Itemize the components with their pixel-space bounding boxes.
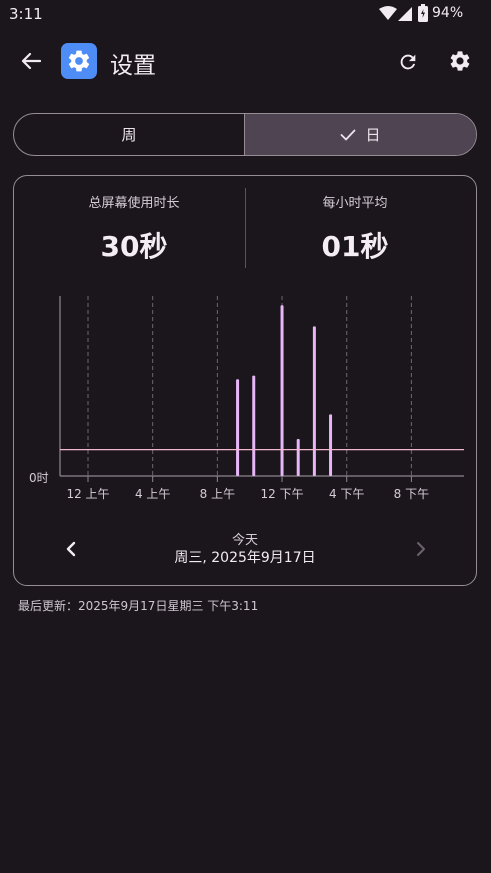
x-tick-label: 4 上午 — [135, 487, 170, 501]
signal-icon — [398, 6, 412, 21]
battery-percent: 94% — [432, 5, 464, 21]
chart-bar — [236, 379, 240, 476]
hourly-average-value: 01秒 — [321, 230, 389, 263]
previous-day-button[interactable] — [58, 536, 84, 562]
segment-week-label: 周 — [121, 126, 137, 144]
status-time: 3:11 — [9, 5, 43, 23]
chart-bar — [296, 439, 300, 476]
period-segmented-control: 周 日 — [13, 113, 477, 156]
x-tick-label: 12 上午 — [66, 487, 109, 501]
stats-divider — [245, 188, 246, 268]
x-tick-label: 8 上午 — [200, 487, 235, 501]
app-icon — [61, 43, 97, 79]
battery-icon — [418, 4, 428, 22]
chart-bar — [312, 326, 316, 476]
back-button[interactable] — [14, 46, 48, 76]
date-value: 周三, 2025年9月17日 — [174, 550, 316, 566]
chart-bar — [280, 305, 284, 476]
chevron-left-icon — [66, 541, 76, 557]
x-tick-label: 8 下午 — [394, 487, 429, 501]
chart-bar — [329, 414, 333, 476]
total-screen-time-label: 总屏幕使用时长 — [88, 196, 180, 211]
total-screen-time-value: 30秒 — [100, 230, 168, 263]
next-day-button[interactable] — [408, 536, 434, 562]
last-updated-text: 最后更新：2025年9月17日星期三 下午3:11 — [18, 599, 259, 613]
refresh-icon — [400, 54, 416, 70]
y-tick-label: 0时 — [29, 471, 49, 485]
usage-chart: 0时 12 上午 4 上午 8 上午 12 下午 4 下午 8 下午 — [29, 296, 464, 501]
date-relative-label: 今天 — [231, 533, 258, 548]
segment-day[interactable]: 日 — [245, 114, 476, 155]
chart-bar — [252, 375, 256, 476]
refresh-button[interactable] — [392, 46, 424, 78]
wifi-icon — [379, 6, 397, 21]
chart-bars — [236, 305, 333, 476]
gear-icon — [450, 51, 470, 71]
settings-button[interactable] — [443, 44, 477, 78]
segment-day-label: 日 — [365, 126, 381, 144]
chart-x-ticks: 12 上午 4 上午 8 上午 12 下午 4 下午 8 下午 — [66, 476, 429, 501]
check-icon — [341, 129, 356, 140]
chevron-right-icon — [417, 542, 425, 556]
x-tick-label: 12 下午 — [260, 487, 303, 501]
arrow-left-icon — [21, 52, 41, 70]
page-title: 设置 — [110, 53, 156, 79]
hourly-average-label: 每小时平均 — [322, 196, 388, 211]
gear-icon — [68, 50, 90, 72]
x-tick-label: 4 下午 — [329, 487, 364, 501]
segment-week[interactable]: 周 — [14, 114, 245, 155]
